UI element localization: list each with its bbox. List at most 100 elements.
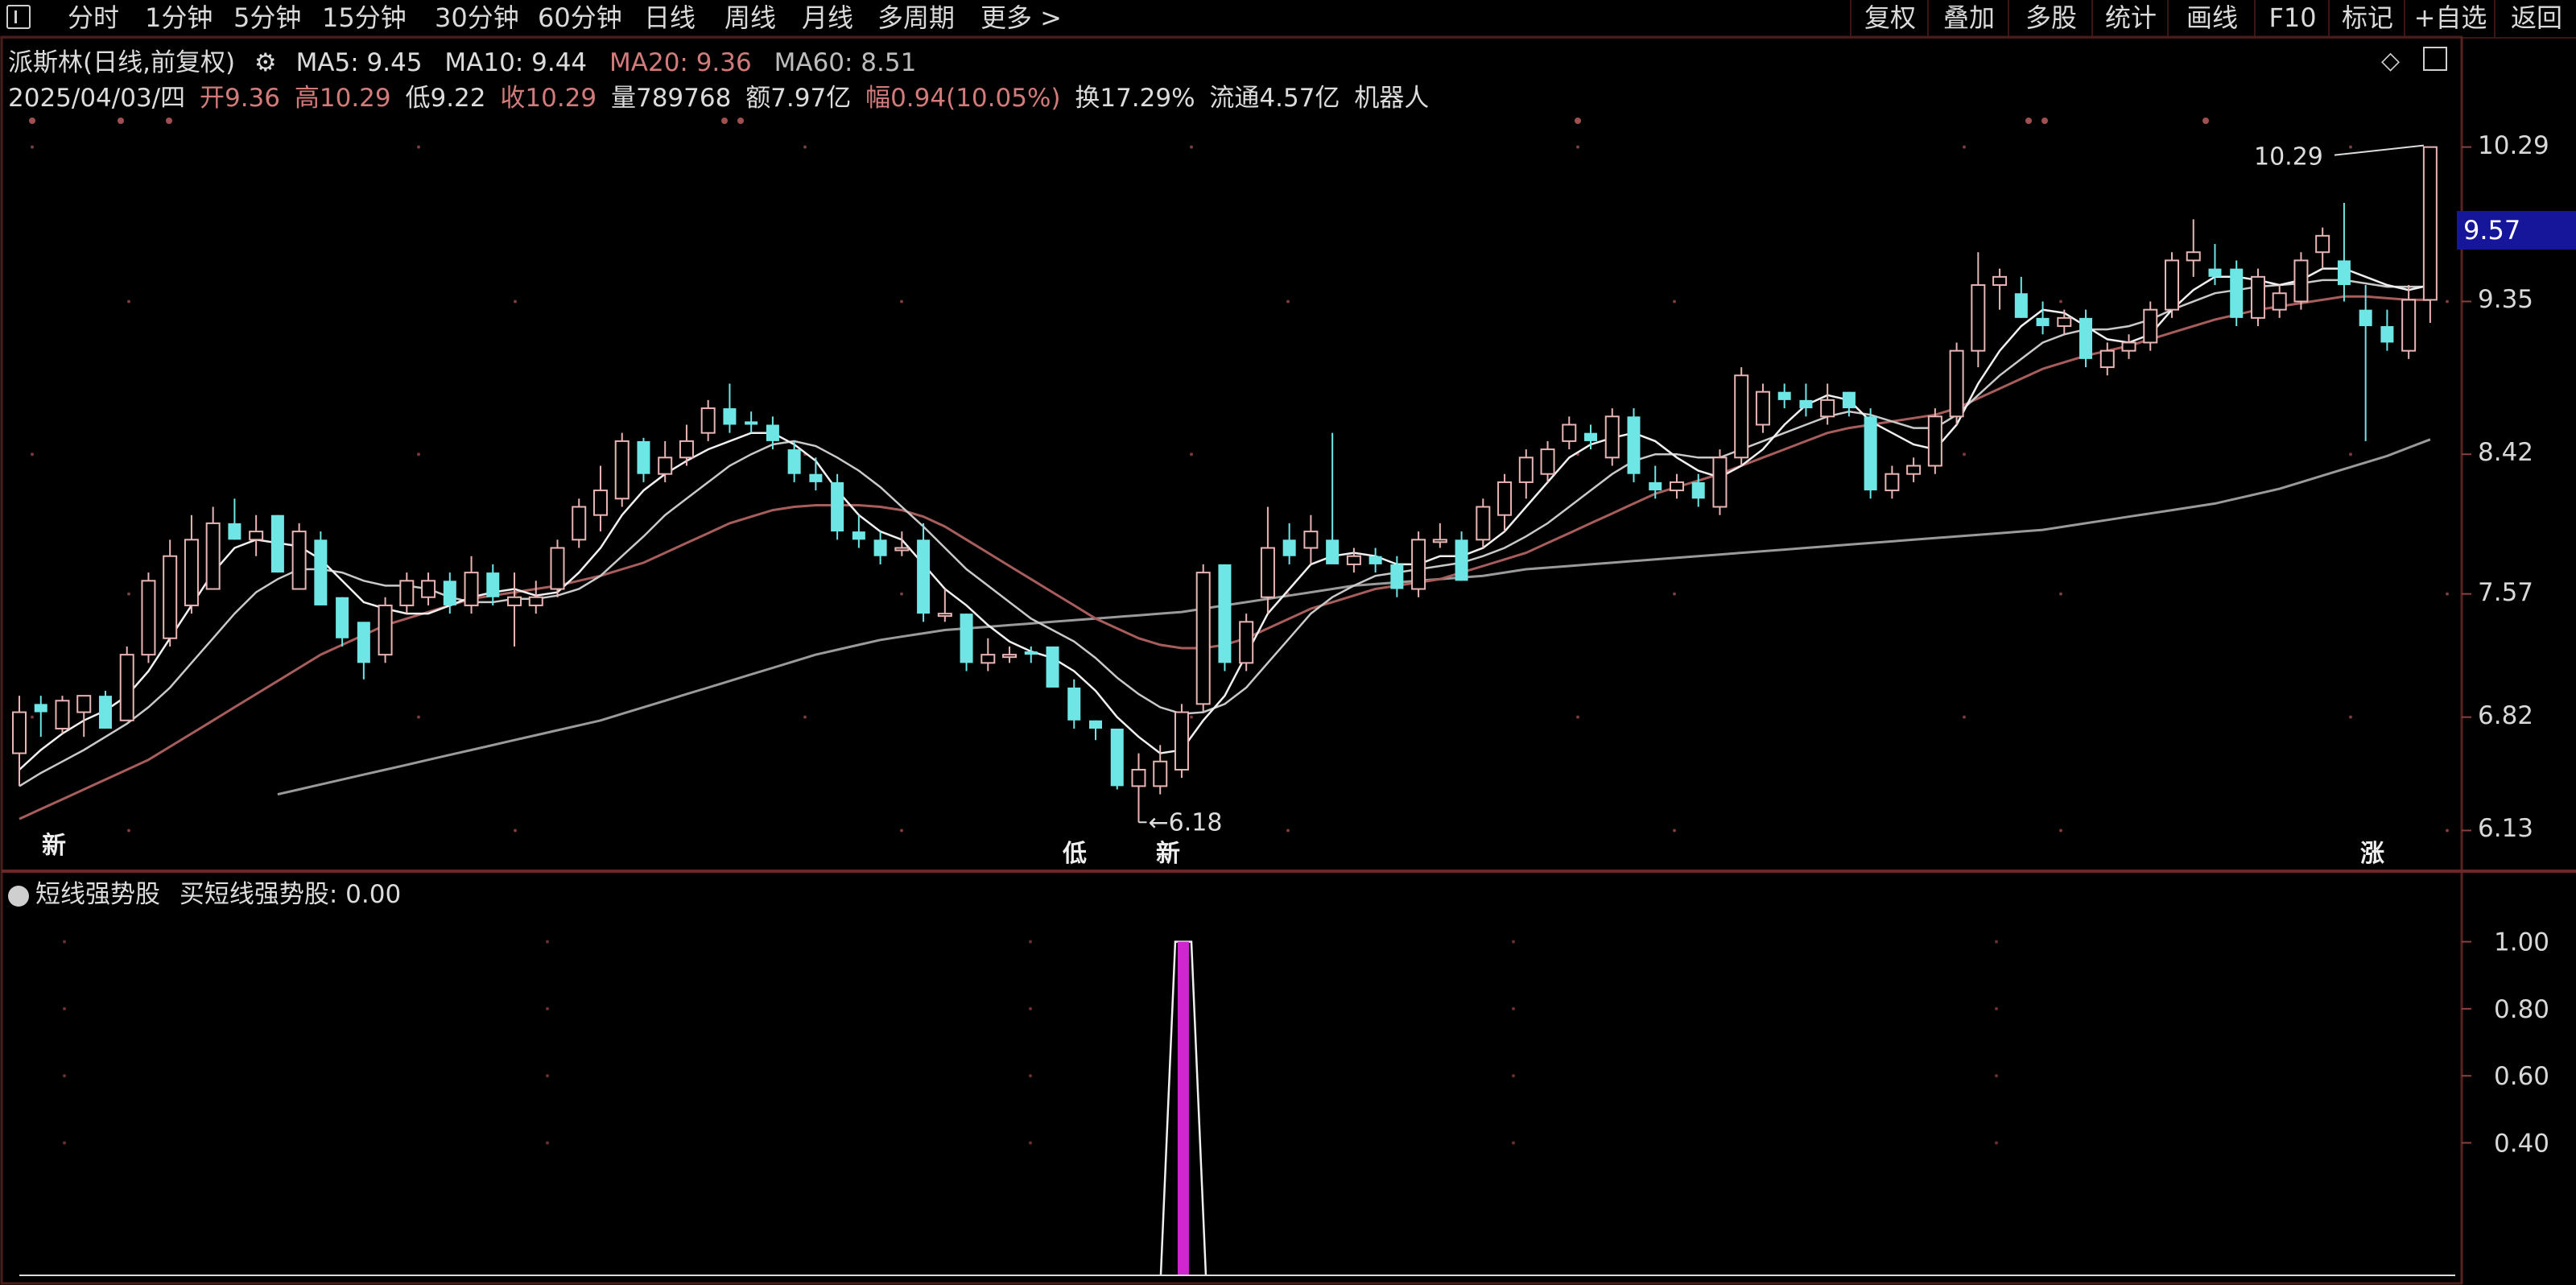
candle-body-down <box>2036 317 2050 327</box>
candle-body-up <box>507 596 522 606</box>
candle-body-down <box>270 514 284 573</box>
grid-dot <box>1512 1006 1515 1010</box>
price-tick-label: 8.42 <box>2478 438 2534 468</box>
grid-dot <box>1995 1141 1998 1145</box>
candle-body-down <box>766 424 779 441</box>
candle-body-up <box>2315 234 2330 254</box>
candle-body-up <box>1949 349 1964 418</box>
candle-body-down <box>228 523 242 540</box>
kline-chart[interactable]: 10.29 ←6.18 新 低 新 涨 1.00 0.80 0.60 0.40 <box>0 0 2576 1285</box>
grid-dot <box>2059 828 2062 833</box>
ma5-line <box>19 267 2431 771</box>
candle-body-up <box>205 522 221 590</box>
candle-body-up <box>249 531 264 541</box>
candle-body-down <box>1046 646 1059 688</box>
candle-body-up <box>464 572 479 606</box>
candle-body-up <box>679 440 694 459</box>
grid-dot <box>546 940 549 944</box>
grid-dot <box>1029 1006 1032 1010</box>
event-dot <box>1575 118 1581 124</box>
candle-body-up <box>592 490 608 516</box>
grid-dot <box>31 715 34 719</box>
grid-dot <box>2446 592 2449 596</box>
candle-body-down <box>98 696 112 729</box>
candle-body-down <box>1110 728 1124 787</box>
candle-body-down <box>852 531 865 540</box>
grid-dot <box>514 828 517 833</box>
candle-body-up <box>76 695 92 713</box>
grid-dot <box>1512 940 1515 944</box>
candle-body-down <box>2230 268 2244 318</box>
grid-dot <box>1995 1006 1998 1010</box>
candle-body-down <box>723 408 737 425</box>
candle-body-up <box>1971 284 1986 352</box>
buy-signal-bar <box>1177 941 1189 1275</box>
event-dot <box>721 118 728 124</box>
grid-dot <box>1512 1141 1515 1145</box>
indicator-settings-icon[interactable] <box>8 885 29 907</box>
candle-body-up <box>141 580 156 656</box>
candle-body-down <box>1584 432 1598 441</box>
candle-body-up <box>658 457 673 475</box>
grid-dot <box>2349 715 2352 719</box>
candle-body-up <box>1755 390 1770 426</box>
candle-body-down <box>1777 391 1791 400</box>
candle-body-down <box>1368 556 1382 564</box>
indicator-name[interactable]: 短线强势股 <box>35 880 160 909</box>
price-tick-label: 7.57 <box>2478 577 2534 607</box>
event-dot <box>166 118 172 124</box>
candle-body-down <box>1799 399 1813 409</box>
grid-dot <box>1286 828 1290 833</box>
candle-body-down <box>745 421 758 425</box>
price-tick-label: 6.13 <box>2478 814 2534 844</box>
grid-dot <box>1029 940 1032 944</box>
candle-body-up <box>1002 654 1018 659</box>
candle-body-up <box>528 596 543 606</box>
candle-body-up <box>1927 415 1942 467</box>
candle-body-up <box>1906 465 1922 475</box>
candle-body-up <box>291 531 307 590</box>
candle-body-up <box>421 580 436 598</box>
grid-dot <box>1673 828 1676 833</box>
candle-body-up <box>1260 547 1275 598</box>
indicator-tick-label: 1.00 <box>2494 928 2549 957</box>
grid-dot <box>546 1141 549 1145</box>
indicator-series-label: 买短线强势股: 0.00 <box>179 880 402 909</box>
candle-body-up <box>614 440 630 500</box>
grid-dot <box>1995 940 1998 944</box>
candle-body-up <box>1669 481 1684 492</box>
grid-dot <box>1673 592 1676 596</box>
candle-body-down <box>1691 481 1705 499</box>
event-marker: 新 <box>1156 840 1180 868</box>
event-dot <box>2025 118 2032 124</box>
candle-body-up <box>550 547 565 590</box>
indicator-tick-label: 0.80 <box>2494 995 2549 1024</box>
grid-dot <box>1512 1074 1515 1078</box>
candle-body-up <box>1604 415 1620 459</box>
grid-dot <box>2349 145 2352 149</box>
candle-body-down <box>1024 651 1038 655</box>
grid-dot <box>1190 145 1193 149</box>
event-marker: 新 <box>42 832 66 860</box>
candle-body-down <box>1067 687 1081 721</box>
candle-body-up <box>1239 621 1254 664</box>
grid-dot <box>127 300 130 304</box>
candle-body-up <box>700 407 716 434</box>
indicator-tick-label: 0.40 <box>2494 1129 2549 1158</box>
grid-dot <box>803 715 807 719</box>
high-pointer <box>2334 144 2424 156</box>
grid-dot <box>2059 300 2062 304</box>
candle-body-down <box>831 481 844 532</box>
candle-body-up <box>2143 308 2158 344</box>
grid-dot <box>803 145 807 149</box>
ma10-line <box>19 279 2430 787</box>
candle-body-up <box>1820 399 1835 418</box>
candle-body-up <box>2099 349 2115 369</box>
candle-body-down <box>1390 564 1404 589</box>
candle-body-down <box>2337 260 2351 286</box>
grid-dot <box>900 828 903 833</box>
candle-body-up <box>894 547 910 552</box>
candle-body-up <box>2422 146 2438 301</box>
candle-body-up <box>1346 555 1361 565</box>
event-dot <box>2041 118 2048 124</box>
